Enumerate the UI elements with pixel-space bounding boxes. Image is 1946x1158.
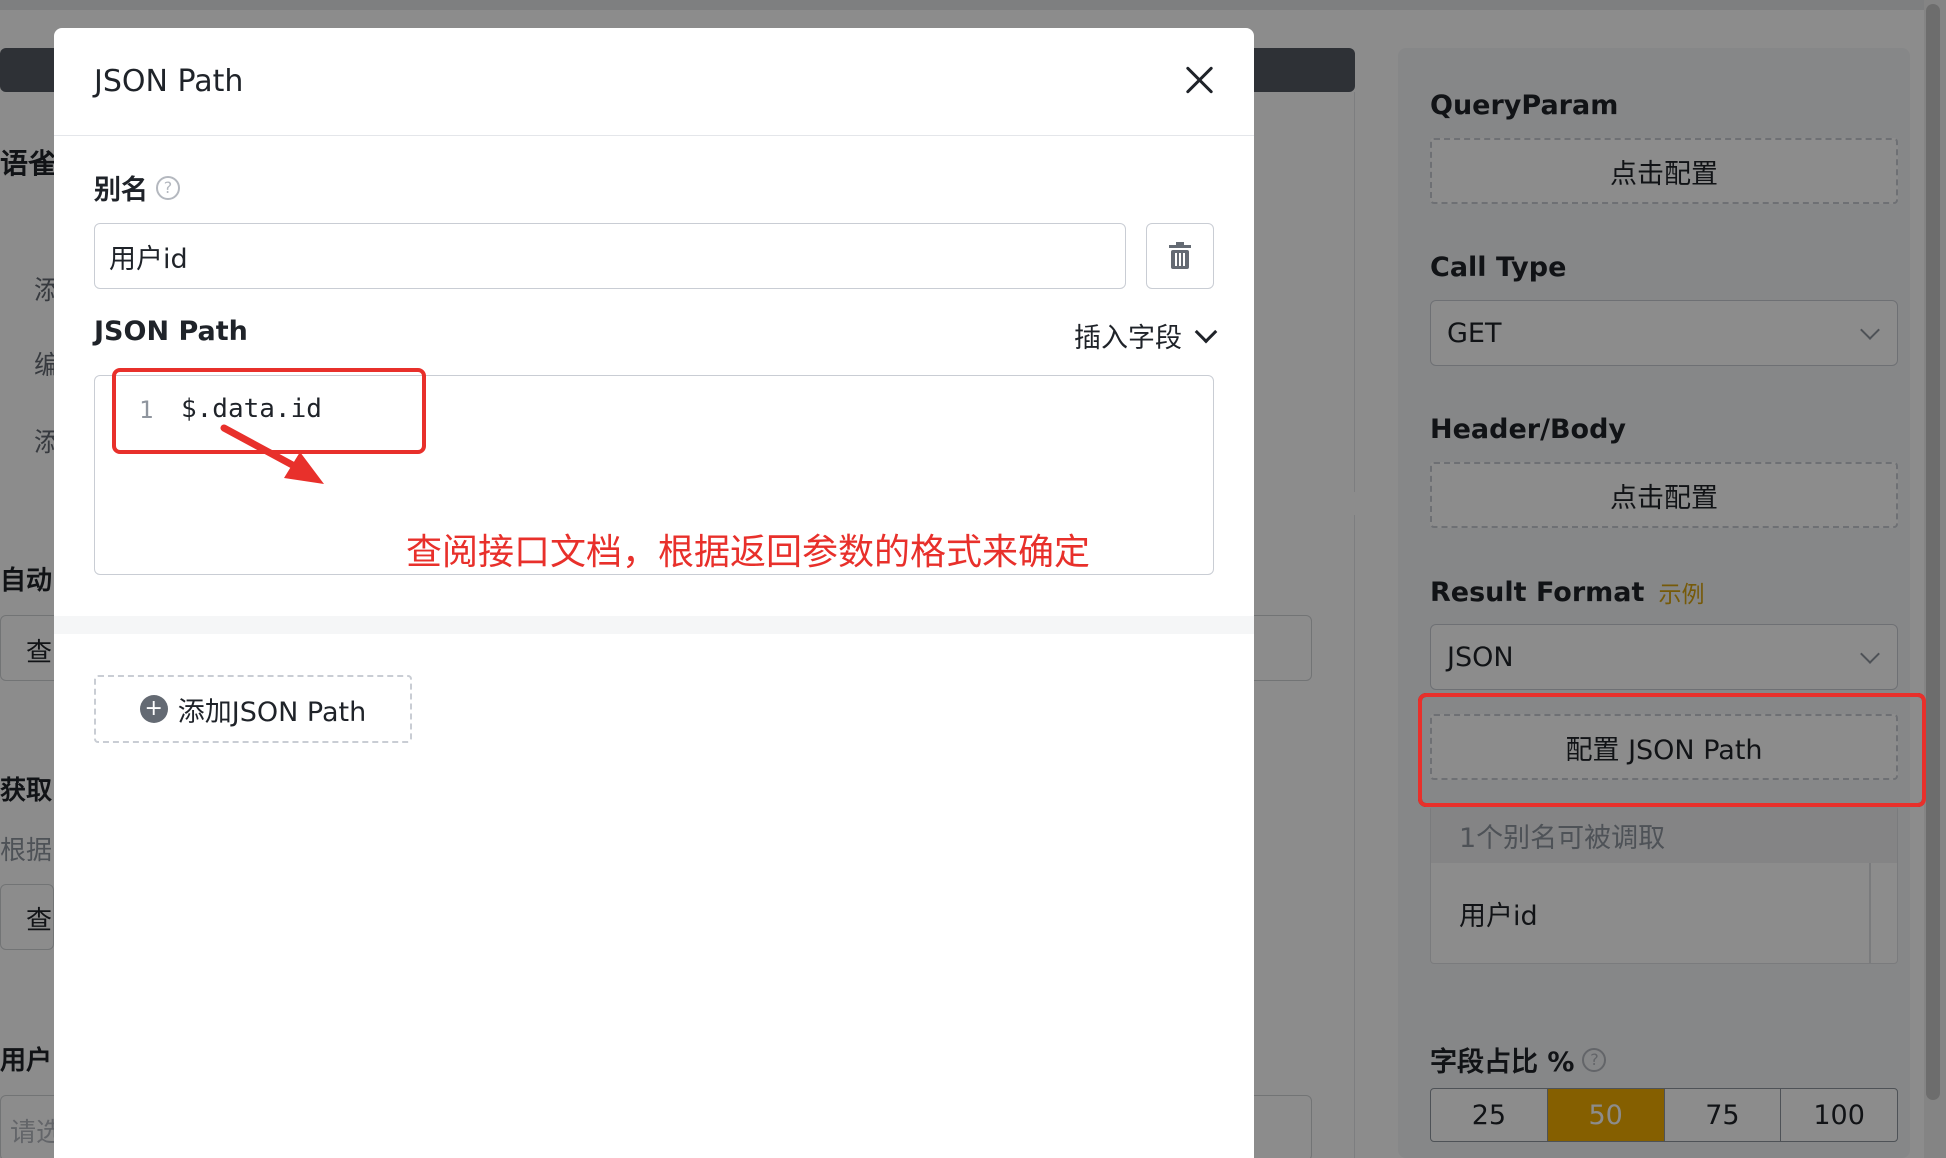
highlight-box-configure-overlay	[1418, 693, 1926, 807]
add-json-path-label: 添加JSON Path	[177, 696, 367, 728]
modal-header: JSON Path	[54, 28, 1254, 136]
plus-circle-icon: +	[139, 695, 168, 723]
annotation-text: 查阅接口文档，根据返回参数的格式来确定	[406, 532, 1091, 573]
help-icon[interactable]: ?	[156, 175, 180, 200]
add-json-path-button[interactable]: + 添加JSON Path	[94, 675, 412, 743]
annotation-arrow-icon	[220, 424, 324, 484]
chevron-down-icon	[1194, 320, 1218, 343]
json-path-field-label: JSON Path	[94, 316, 248, 347]
json-path-modal: JSON Path 别名 ? JSON Path 插入字段 1 $.data.i…	[54, 28, 1254, 1158]
alias-field-label: 别名 ?	[94, 168, 180, 207]
delete-button[interactable]	[1146, 223, 1214, 289]
alias-input[interactable]	[94, 223, 1126, 289]
insert-field-dropdown[interactable]: 插入字段	[1074, 316, 1218, 355]
close-icon[interactable]	[1184, 64, 1216, 96]
modal-title: JSON Path	[94, 64, 244, 99]
section-divider	[54, 616, 1254, 634]
insert-field-label: 插入字段	[1074, 323, 1182, 354]
trash-icon	[1169, 242, 1191, 269]
alias-label-text: 别名	[94, 175, 148, 206]
